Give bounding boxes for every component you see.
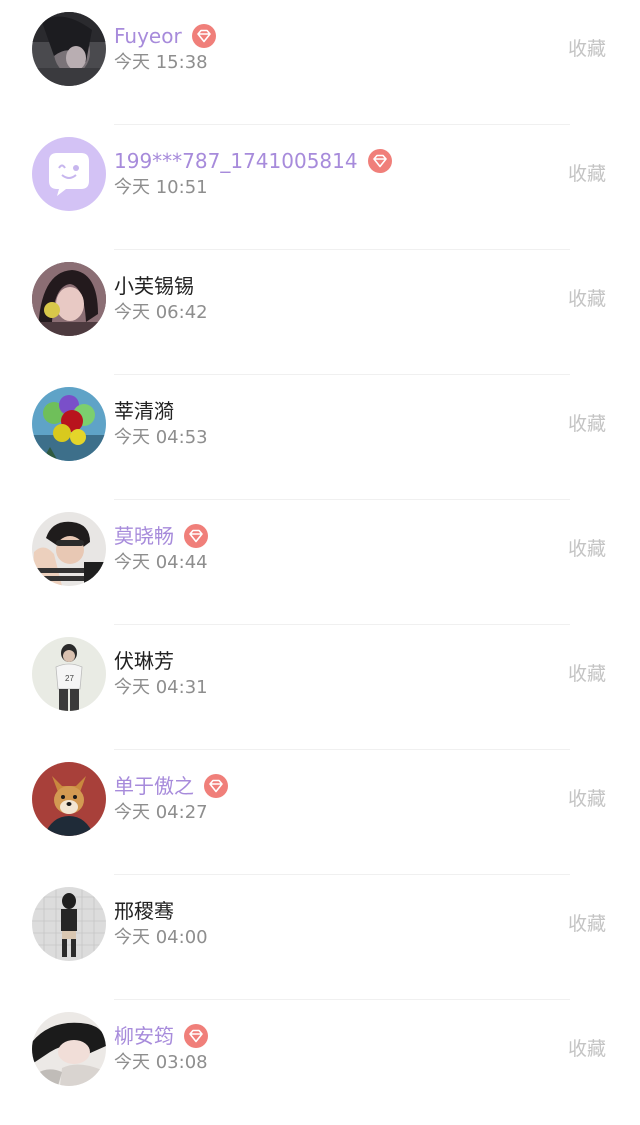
last-visit-time: 今天 10:51: [114, 177, 208, 198]
avatar[interactable]: [32, 512, 106, 586]
list-item[interactable]: 单于傲之 今天 04:27 收藏: [0, 750, 640, 875]
last-visit-time: 今天 04:27: [114, 802, 208, 823]
balloons-icon: [32, 387, 106, 461]
user-name[interactable]: 单于傲之: [114, 772, 194, 800]
user-name[interactable]: 伏琳芳: [114, 647, 174, 675]
avatar[interactable]: [32, 387, 106, 461]
last-visit-time: 今天 04:44: [114, 552, 208, 573]
avatar[interactable]: [32, 1012, 106, 1086]
standing-person-icon: 27: [32, 637, 106, 711]
avatar[interactable]: [32, 12, 106, 86]
avatar[interactable]: [32, 137, 106, 211]
user-name[interactable]: 邢稷骞: [114, 897, 174, 925]
list-item[interactable]: 小芙锡锡 今天 06:42 收藏: [0, 250, 640, 375]
favorite-button[interactable]: 收藏: [568, 661, 606, 687]
last-visit-time: 今天 15:38: [114, 52, 208, 73]
waving-hand-portrait-icon: [32, 512, 106, 586]
list-item[interactable]: 莘清漪 今天 04:53 收藏: [0, 375, 640, 500]
avatar[interactable]: [32, 262, 106, 336]
last-visit-time: 今天 06:42: [114, 302, 208, 323]
avatar[interactable]: [32, 887, 106, 961]
shiba-dog-icon: [32, 762, 106, 836]
vip-diamond-icon: [184, 1024, 208, 1048]
favorite-button[interactable]: 收藏: [568, 161, 606, 187]
avatar[interactable]: 27: [32, 637, 106, 711]
user-name[interactable]: 莘清漪: [114, 397, 174, 425]
favorite-button[interactable]: 收藏: [568, 286, 606, 312]
list-item[interactable]: 邢稷骞 今天 04:00 收藏: [0, 875, 640, 1000]
svg-text:27: 27: [65, 674, 74, 683]
chat-bubble-icon: [32, 137, 106, 211]
user-name[interactable]: 莫晓畅: [114, 522, 174, 550]
vip-diamond-icon: [191, 24, 216, 48]
list-item[interactable]: 莫晓畅 今天 04:44 收藏: [0, 500, 640, 625]
list-item[interactable]: Fuyeor 今天 15:38 收藏: [0, 0, 640, 125]
list-item[interactable]: 27 伏琳芳 今天 04:31 收藏: [0, 625, 640, 750]
last-visit-time: 今天 04:31: [114, 677, 208, 698]
full-body-person-icon: [32, 887, 106, 961]
lying-girl-icon: [32, 1012, 106, 1086]
last-visit-time: 今天 04:00: [114, 927, 208, 948]
vip-diamond-icon: [367, 149, 392, 173]
favorite-button[interactable]: 收藏: [568, 786, 606, 812]
last-visit-time: 今天 04:53: [114, 427, 208, 448]
favorite-button[interactable]: 收藏: [568, 536, 606, 562]
favorite-button[interactable]: 收藏: [568, 1036, 606, 1062]
avatar[interactable]: [32, 762, 106, 836]
list-item[interactable]: 199***787_1741005814 今天 10:51 收藏: [0, 125, 640, 250]
user-name[interactable]: 199***787_1741005814: [114, 147, 358, 175]
favorite-button[interactable]: 收藏: [568, 36, 606, 62]
favorite-button[interactable]: 收藏: [568, 411, 606, 437]
user-name[interactable]: 小芙锡锡: [114, 272, 194, 300]
last-visit-time: 今天 03:08: [114, 1052, 208, 1073]
girl-portrait-icon: [32, 262, 106, 336]
user-name[interactable]: 柳安筠: [114, 1022, 174, 1050]
user-name[interactable]: Fuyeor: [114, 22, 182, 50]
vip-diamond-icon: [184, 524, 208, 548]
user-list: Fuyeor 今天 15:38 收藏 199***787_1741005814: [0, 0, 640, 1101]
list-item[interactable]: 柳安筠 今天 03:08 收藏: [0, 1000, 640, 1125]
dark-hair-portrait-icon: [32, 12, 106, 86]
favorite-button[interactable]: 收藏: [568, 911, 606, 937]
vip-diamond-icon: [204, 774, 228, 798]
